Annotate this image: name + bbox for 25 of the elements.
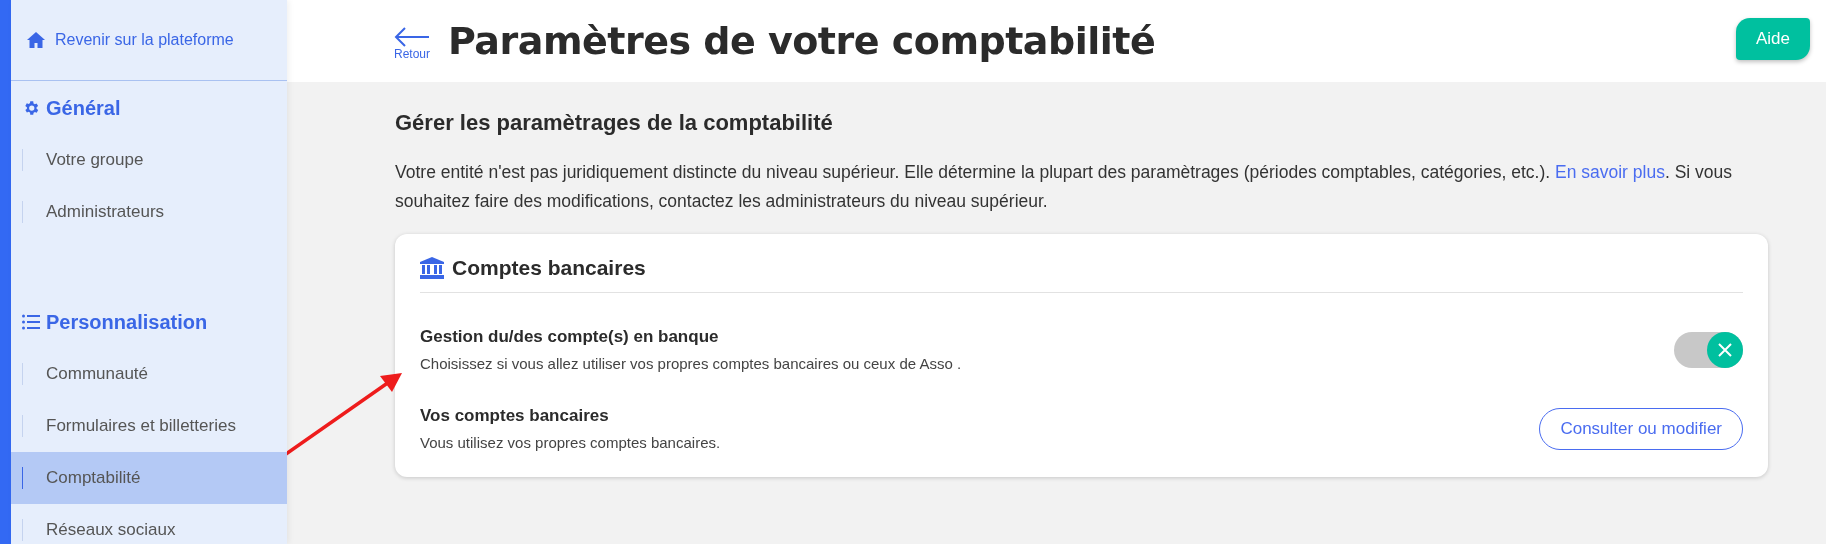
arrow-left-icon <box>394 27 430 47</box>
sidebar-item[interactable]: Comptabilité <box>11 452 287 504</box>
learn-more-link[interactable]: En savoir plus <box>1555 162 1665 182</box>
list-icon <box>22 314 40 330</box>
sidebar-item[interactable]: Communauté <box>11 348 287 400</box>
bank-icon <box>420 257 444 279</box>
toggle-switch[interactable] <box>1674 331 1743 368</box>
setting-title: Vos comptes bancaires <box>420 406 610 426</box>
consult-button[interactable]: Consulter ou modifier <box>1539 407 1743 450</box>
close-icon <box>1718 342 1732 357</box>
section-title: Personnalisation <box>46 310 208 334</box>
section-heading: Gérer les paramètrages de la comptabilité <box>395 110 834 136</box>
card-title: Comptes bancaires <box>452 256 646 280</box>
sidebar-item[interactable]: Formulaires et billetteries <box>11 400 287 452</box>
setting-title: Gestion du/des compte(s) en banque <box>420 327 720 347</box>
home-icon <box>27 32 45 48</box>
section-title: Général <box>46 96 121 120</box>
setting-description: Vous utilisez vos propres comptes bancaires. <box>420 434 721 451</box>
back-button[interactable]: Retour <box>394 27 431 61</box>
page-title: Paramètres de votre comptabilité <box>448 19 1157 63</box>
setting-description: Choisissez si vous allez utiliser vos propres comptes bancaires ou ceux de Asso . <box>420 355 962 372</box>
sidebar-item[interactable]: Votre groupe <box>11 134 287 186</box>
intro-paragraph: Votre entité n'est pas juridiquement distincte du niveau supérieur. Elle détermine la plupart des paramètrages (périodes comptables, catégories, etc.). En savoir plus. Si vous souhaitez faire des modifications, contactez les administrateurs du niveau supérieur. <box>395 161 1734 213</box>
sidebar-item[interactable]: Réseaux sociaux <box>11 504 287 544</box>
sidebar-item[interactable]: Administrateurs <box>11 186 287 238</box>
